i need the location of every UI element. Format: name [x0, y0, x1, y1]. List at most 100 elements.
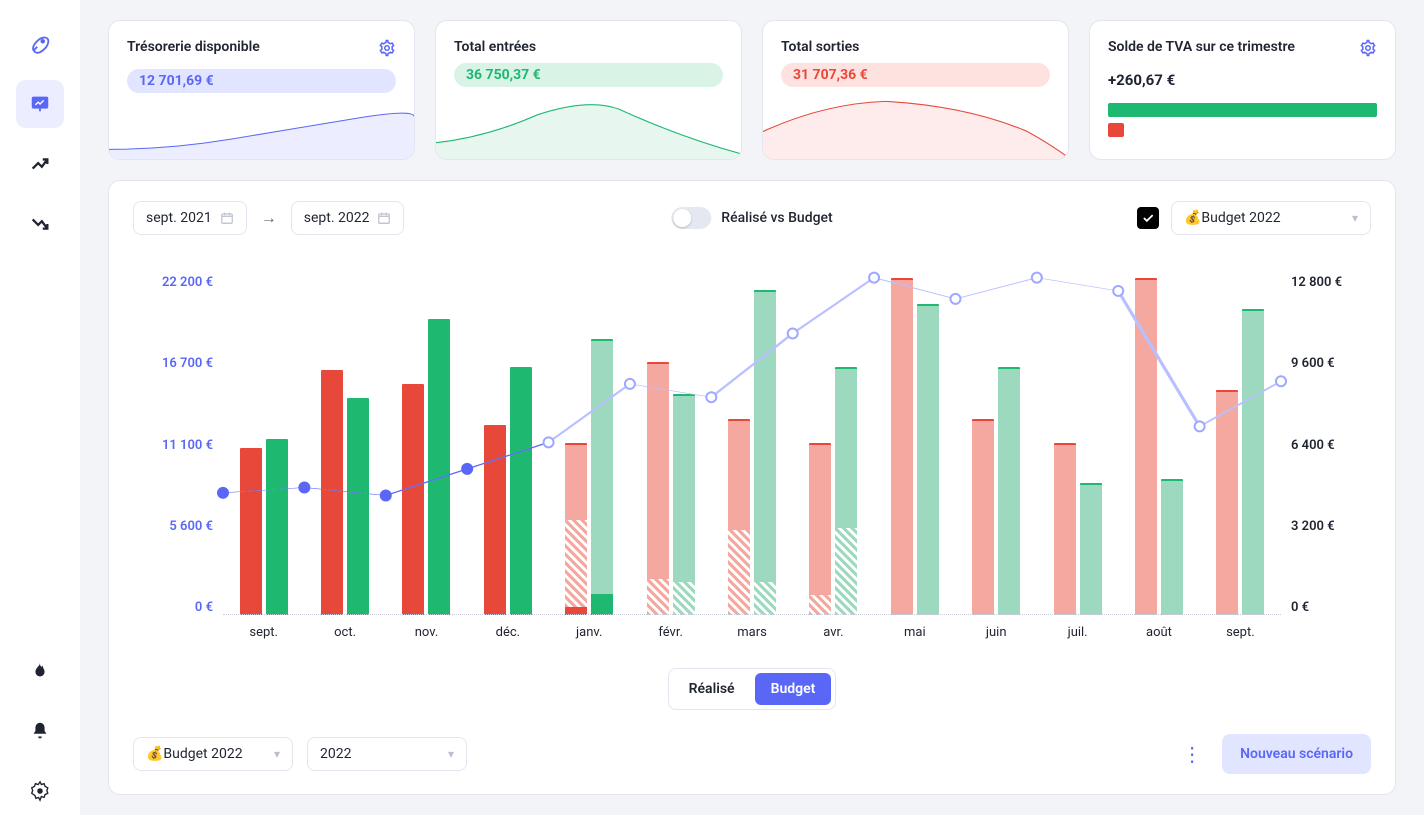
chart-bar — [1054, 443, 1076, 615]
nav-trend-down[interactable] — [16, 200, 64, 248]
nav-bell[interactable] — [16, 707, 64, 755]
month-column — [793, 275, 874, 615]
trend-down-icon — [29, 213, 51, 235]
nav-dashboard[interactable] — [16, 80, 64, 128]
chart-bar — [1242, 309, 1264, 615]
month-column — [711, 275, 792, 615]
tva-bars — [1108, 103, 1377, 137]
show-budget-checkbox[interactable] — [1137, 207, 1159, 229]
chart-bar — [591, 339, 613, 615]
x-axis-labels: sept.oct.nov.déc.janv.févr.marsavr.maiju… — [223, 615, 1281, 640]
chart-bar — [809, 443, 831, 615]
chevron-down-icon: ▾ — [1352, 211, 1358, 225]
month-column — [304, 275, 385, 615]
date-from-value: sept. 2021 — [146, 210, 212, 226]
presentation-chart-icon — [29, 93, 51, 115]
chart-bar — [835, 367, 857, 615]
card-sorties: Total sorties 31 707,36 € — [762, 20, 1069, 160]
new-scenario-button[interactable]: Nouveau scénario — [1222, 734, 1371, 774]
nav-rocket[interactable] — [16, 20, 64, 68]
trend-up-icon — [29, 153, 51, 175]
card-value-badge: 12 701,69 € — [127, 69, 396, 93]
month-column — [630, 275, 711, 615]
sparkline-tresorerie — [109, 99, 414, 160]
chart-bar — [1161, 479, 1183, 615]
card-title: Solde de TVA sur ce trimestre — [1108, 39, 1295, 55]
month-column — [1200, 275, 1281, 615]
chart-bar — [1135, 278, 1157, 615]
main-chart-panel: sept. 2021 → sept. 2022 Réalisé vs Budge… — [108, 180, 1396, 795]
y-axis-right: 12 800 €9 600 €6 400 €3 200 €0 € — [1281, 275, 1371, 615]
footer-year-select[interactable]: 2022 ▾ — [307, 737, 467, 771]
month-column — [956, 275, 1037, 615]
panel-footer: 💰Budget 2022 ▾ 2022 ▾ ⋮ Nouveau scénario — [133, 734, 1371, 774]
sidebar — [0, 0, 80, 815]
flame-icon — [29, 660, 51, 682]
calendar-icon — [377, 211, 391, 225]
rocket-icon — [29, 33, 51, 55]
month-column — [1037, 275, 1118, 615]
card-title: Trésorerie disponible — [127, 39, 260, 55]
month-column — [386, 275, 467, 615]
arrow-right-icon: → — [261, 208, 277, 228]
main-content: Trésorerie disponible 12 701,69 € Total … — [80, 0, 1424, 815]
month-column — [467, 275, 548, 615]
month-column — [549, 275, 630, 615]
check-icon — [1141, 211, 1155, 225]
card-value-badge: 31 707,36 € — [781, 63, 1050, 87]
gear-icon — [378, 39, 396, 57]
segment-budget[interactable]: Budget — [755, 673, 832, 705]
chart-bar — [1080, 483, 1102, 615]
more-options-button[interactable]: ⋮ — [1176, 736, 1208, 772]
chart-bar — [565, 443, 587, 615]
chart-bar — [240, 448, 262, 615]
bell-icon — [29, 720, 51, 742]
chart-bar — [891, 278, 913, 615]
card-settings-button[interactable] — [1359, 39, 1377, 61]
chevron-down-icon: ▾ — [448, 747, 454, 761]
card-title: Total sorties — [781, 39, 859, 55]
budget-select-value: 💰Budget 2022 — [1184, 210, 1281, 226]
card-entrees: Total entrées 36 750,37 € — [435, 20, 742, 160]
panel-filters: sept. 2021 → sept. 2022 Réalisé vs Budge… — [133, 201, 1371, 235]
footer-year-value: 2022 — [320, 746, 351, 762]
chart-area: 22 200 €16 700 €11 100 €5 600 €0 € 12 80… — [133, 275, 1371, 640]
toggle-label: Réalisé vs Budget — [721, 210, 832, 226]
month-column — [223, 275, 304, 615]
view-segmented-control: Réalisé Budget — [668, 668, 837, 710]
chart-bar — [972, 419, 994, 615]
gear-icon — [29, 780, 51, 802]
chart-bar — [428, 319, 450, 615]
chart-bar — [484, 425, 506, 615]
realise-vs-budget-toggle[interactable] — [671, 207, 711, 229]
chart-bar — [647, 362, 669, 615]
chart-plot — [223, 275, 1281, 615]
month-column — [1118, 275, 1199, 615]
tva-amount: +260,67 € — [1108, 71, 1377, 89]
chart-bar — [1216, 390, 1238, 615]
card-tva: Solde de TVA sur ce trimestre +260,67 € — [1089, 20, 1396, 160]
card-tresorerie: Trésorerie disponible 12 701,69 € — [108, 20, 415, 160]
sparkline-sorties — [763, 93, 1068, 160]
month-column — [874, 275, 955, 615]
nav-flame[interactable] — [16, 647, 64, 695]
card-value-badge: 36 750,37 € — [454, 63, 723, 87]
chevron-down-icon: ▾ — [274, 747, 280, 761]
card-title: Total entrées — [454, 39, 536, 55]
date-to-picker[interactable]: sept. 2022 — [291, 201, 405, 235]
chart-bar — [754, 290, 776, 615]
footer-budget-value: 💰Budget 2022 — [146, 746, 243, 762]
footer-budget-select[interactable]: 💰Budget 2022 ▾ — [133, 737, 293, 771]
gear-icon — [1359, 39, 1377, 57]
y-axis-left: 22 200 €16 700 €11 100 €5 600 €0 € — [133, 275, 223, 615]
nav-settings[interactable] — [16, 767, 64, 815]
nav-trend-up[interactable] — [16, 140, 64, 188]
chart-bar — [347, 398, 369, 615]
budget-select[interactable]: 💰Budget 2022 ▾ — [1171, 201, 1371, 235]
chart-bar — [510, 367, 532, 615]
segment-realise[interactable]: Réalisé — [673, 673, 751, 705]
chart-bar — [402, 384, 424, 615]
card-settings-button[interactable] — [378, 39, 396, 61]
date-from-picker[interactable]: sept. 2021 — [133, 201, 247, 235]
chart-bar — [998, 367, 1020, 615]
